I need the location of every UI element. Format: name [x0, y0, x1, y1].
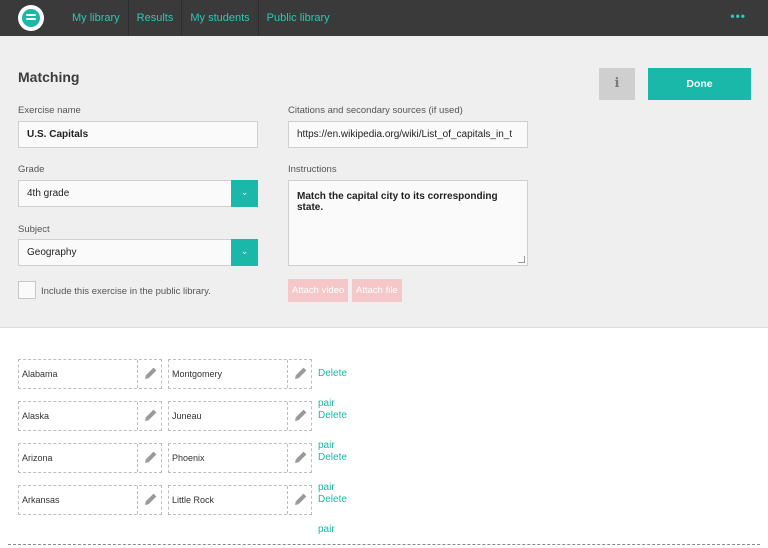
nav-my-students[interactable]: My students: [181, 0, 257, 36]
citations-input[interactable]: https://en.wikipedia.org/wiki/List_of_ca…: [288, 121, 528, 148]
logo-inner: [22, 9, 40, 27]
nav-results[interactable]: Results: [127, 0, 182, 36]
pair-left-text: Alabama: [22, 369, 58, 379]
pair-right-cell[interactable]: Phoenix: [168, 443, 312, 473]
pencil-icon[interactable]: [287, 402, 311, 430]
exercise-name-label: Exercise name: [18, 105, 81, 116]
pencil-icon[interactable]: [137, 486, 161, 514]
nav-my-library[interactable]: My library: [64, 0, 128, 36]
pair-right-cell[interactable]: Juneau: [168, 401, 312, 431]
pair-right-cell[interactable]: Little Rock: [168, 485, 312, 515]
done-button[interactable]: Done: [648, 68, 751, 100]
info-button[interactable]: i: [599, 68, 635, 100]
pair-left-cell[interactable]: Arizona: [18, 443, 162, 473]
main-nav: My library Results My students Public li…: [64, 0, 338, 36]
pencil-icon[interactable]: [287, 486, 311, 514]
nav-public-library[interactable]: Public library: [257, 0, 338, 36]
pair-left-text: Arizona: [22, 453, 53, 463]
citations-label: Citations and secondary sources (if used…: [288, 105, 463, 116]
pair-left-cell[interactable]: Arkansas: [18, 485, 162, 515]
logo-stripe: [26, 14, 36, 16]
pair-left-cell[interactable]: Alaska: [18, 401, 162, 431]
grade-label: Grade: [18, 164, 45, 175]
dashed-divider: [8, 544, 760, 545]
subject-select[interactable]: Geography ⌄: [18, 239, 258, 266]
top-navigation-bar: My library Results My students Public li…: [0, 0, 768, 36]
pencil-icon[interactable]: [287, 444, 311, 472]
pair-left-text: Arkansas: [22, 495, 60, 505]
page-title: Matching: [18, 69, 80, 85]
chevron-down-icon[interactable]: ⌄: [231, 180, 258, 207]
instructions-label: Instructions: [288, 164, 337, 175]
grade-select[interactable]: 4th grade ⌄: [18, 180, 258, 207]
subject-select-value: Geography: [27, 247, 77, 258]
logo-stripe: [26, 18, 36, 20]
matching-pairs-list: Alabama Montgomery Delete pair Alaska Ju…: [0, 329, 768, 548]
pair-right-text: Juneau: [172, 411, 202, 421]
pair-right-cell[interactable]: Montgomery: [168, 359, 312, 389]
delete-pair-link[interactable]: Delete pair: [318, 485, 347, 545]
exercise-name-input[interactable]: U.S. Capitals: [18, 121, 258, 148]
pair-right-text: Little Rock: [172, 495, 215, 505]
pencil-icon[interactable]: [137, 360, 161, 388]
pencil-icon[interactable]: [287, 360, 311, 388]
chevron-down-icon[interactable]: ⌄: [231, 239, 258, 266]
app-logo-icon[interactable]: [18, 5, 44, 31]
subject-label: Subject: [18, 224, 50, 235]
attach-file-button[interactable]: Attach file: [352, 279, 402, 302]
pencil-icon[interactable]: [137, 444, 161, 472]
instructions-text: Match the capital city to its correspond…: [297, 191, 498, 213]
public-library-checkbox-label: Include this exercise in the public libr…: [41, 286, 211, 297]
public-library-checkbox[interactable]: [18, 281, 36, 299]
more-menu-icon[interactable]: •••: [730, 9, 746, 23]
grade-select-value: 4th grade: [27, 188, 70, 199]
pair-right-text: Phoenix: [172, 453, 205, 463]
pair-left-cell[interactable]: Alabama: [18, 359, 162, 389]
pair-left-text: Alaska: [22, 411, 50, 421]
attach-video-button[interactable]: Attach video: [288, 279, 349, 302]
pair-right-text: Montgomery: [172, 369, 223, 379]
pencil-icon[interactable]: [137, 402, 161, 430]
resize-handle-icon[interactable]: [518, 256, 525, 263]
exercise-form: Matching Exercise name U.S. Capitals Gra…: [0, 36, 768, 328]
instructions-textarea[interactable]: Match the capital city to its correspond…: [288, 180, 528, 266]
